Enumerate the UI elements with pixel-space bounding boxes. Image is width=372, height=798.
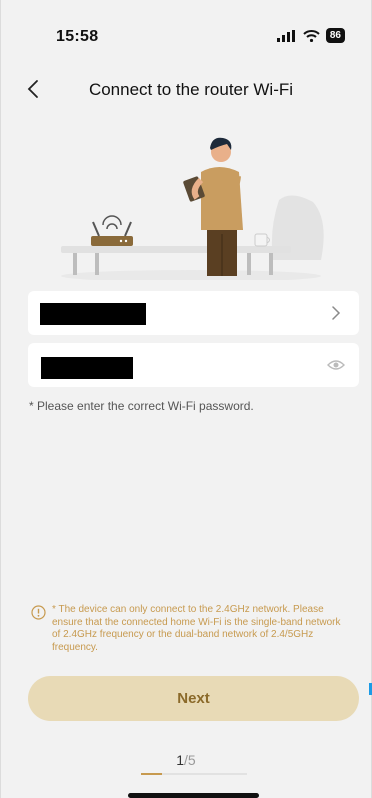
step-current: 1 <box>176 752 185 768</box>
step-total: /5 <box>184 752 196 768</box>
redacted-ssid <box>40 303 146 325</box>
next-button[interactable]: Next <box>28 676 359 721</box>
cellular-signal-icon <box>276 29 295 42</box>
info-circle-icon <box>31 605 46 620</box>
frequency-notice: * The device can only connect to the 2.4… <box>31 604 343 654</box>
wifi-password-field[interactable] <box>28 343 359 387</box>
redacted-password <box>41 357 133 379</box>
chevron-right-icon <box>332 306 341 320</box>
password-hint: * Please enter the correct Wi-Fi passwor… <box>29 399 254 413</box>
wifi-ssid-selector[interactable] <box>28 291 359 335</box>
status-time: 15:58 <box>56 28 99 45</box>
wifi-icon <box>303 29 320 42</box>
screen: 15:58 86 Connect to the router Wi-Fi * P… <box>0 0 372 798</box>
router-setup-illustration <box>61 137 324 280</box>
notice-text: * The device can only connect to the 2.4… <box>52 604 341 653</box>
step-indicator: 1/5 <box>1 752 371 768</box>
step-progress-fill <box>141 773 163 775</box>
eye-icon[interactable] <box>327 358 345 372</box>
status-icons: 86 <box>276 28 345 43</box>
battery-badge: 86 <box>325 28 345 43</box>
home-indicator[interactable] <box>128 793 259 798</box>
step-progress-bar <box>141 773 247 775</box>
page-title: Connect to the router Wi-Fi <box>88 80 294 99</box>
